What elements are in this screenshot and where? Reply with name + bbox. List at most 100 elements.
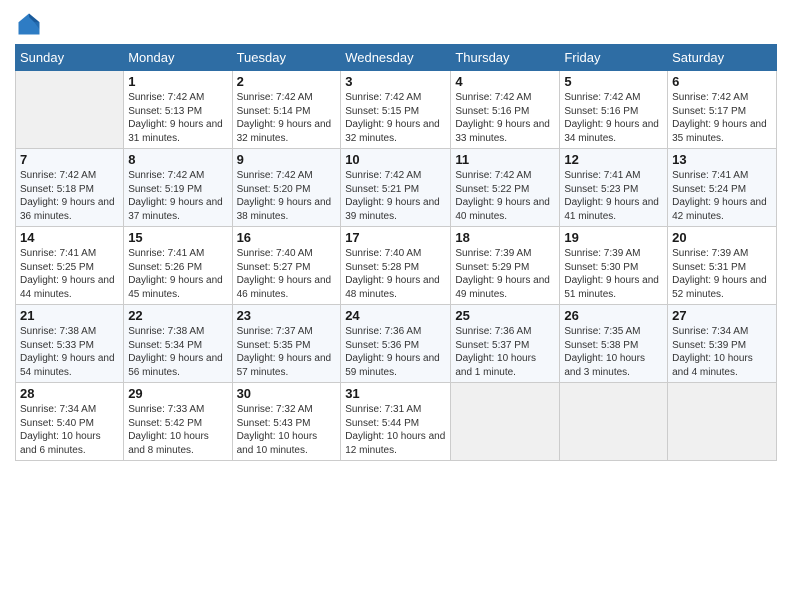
day-number: 1 [128,74,227,89]
day-number: 25 [455,308,555,323]
day-number: 17 [345,230,446,245]
calendar-table: SundayMondayTuesdayWednesdayThursdayFrid… [15,44,777,461]
day-info: Sunrise: 7:42 AMSunset: 5:17 PMDaylight:… [672,91,772,145]
header-day-tuesday: Tuesday [232,45,341,71]
page: SundayMondayTuesdayWednesdayThursdayFrid… [0,0,792,612]
day-info: Sunrise: 7:41 AMSunset: 5:24 PMDaylight:… [672,169,772,223]
calendar-week-0: 1 Sunrise: 7:42 AMSunset: 5:13 PMDaylight… [16,71,777,149]
day-info: Sunrise: 7:41 AMSunset: 5:23 PMDaylight:… [564,169,663,223]
calendar-cell: 2 Sunrise: 7:42 AMSunset: 5:14 PMDaylight… [232,71,341,149]
day-number: 23 [237,308,337,323]
day-number: 18 [455,230,555,245]
calendar-cell: 29 Sunrise: 7:33 AMSunset: 5:42 PMDayligh… [124,383,232,461]
day-number: 14 [20,230,119,245]
day-info: Sunrise: 7:42 AMSunset: 5:19 PMDaylight:… [128,169,227,223]
calendar-cell: 4 Sunrise: 7:42 AMSunset: 5:16 PMDaylight… [451,71,560,149]
day-number: 27 [672,308,772,323]
header-row: SundayMondayTuesdayWednesdayThursdayFrid… [16,45,777,71]
day-info: Sunrise: 7:41 AMSunset: 5:25 PMDaylight:… [20,247,119,301]
calendar-cell: 9 Sunrise: 7:42 AMSunset: 5:20 PMDaylight… [232,149,341,227]
calendar-cell: 25 Sunrise: 7:36 AMSunset: 5:37 PMDayligh… [451,305,560,383]
calendar-cell: 3 Sunrise: 7:42 AMSunset: 5:15 PMDaylight… [341,71,451,149]
day-number: 12 [564,152,663,167]
day-info: Sunrise: 7:42 AMSunset: 5:21 PMDaylight:… [345,169,446,223]
day-number: 4 [455,74,555,89]
calendar-cell: 11Sunrise: 7:42 AMSunset: 5:22 PMDayligh… [451,149,560,227]
day-number: 3 [345,74,446,89]
day-number: 10 [345,152,446,167]
day-number: 19 [564,230,663,245]
calendar-cell: 23Sunrise: 7:37 AMSunset: 5:35 PMDayligh… [232,305,341,383]
calendar-cell: 28 Sunrise: 7:34 AMSunset: 5:40 PMDayligh… [16,383,124,461]
logo [15,10,47,38]
calendar-cell: 31 Sunrise: 7:31 AMSunset: 5:44 PMDayligh… [341,383,451,461]
day-info: Sunrise: 7:35 AMSunset: 5:38 PMDaylight:… [564,325,663,379]
calendar-cell: 6 Sunrise: 7:42 AMSunset: 5:17 PMDaylight… [668,71,777,149]
calendar-cell: 18 Sunrise: 7:39 AMSunset: 5:29 PMDayligh… [451,227,560,305]
day-info: Sunrise: 7:42 AMSunset: 5:15 PMDaylight:… [345,91,446,145]
day-info: Sunrise: 7:31 AMSunset: 5:44 PMDaylight:… [345,403,446,457]
day-number: 15 [128,230,227,245]
day-info: Sunrise: 7:40 AMSunset: 5:27 PMDaylight:… [237,247,337,301]
header-day-wednesday: Wednesday [341,45,451,71]
day-number: 31 [345,386,446,401]
day-info: Sunrise: 7:38 AMSunset: 5:33 PMDaylight:… [20,325,119,379]
day-number: 26 [564,308,663,323]
day-number: 8 [128,152,227,167]
day-info: Sunrise: 7:32 AMSunset: 5:43 PMDaylight:… [237,403,337,457]
calendar-cell [668,383,777,461]
day-info: Sunrise: 7:42 AMSunset: 5:16 PMDaylight:… [455,91,555,145]
calendar-cell: 16Sunrise: 7:40 AMSunset: 5:27 PMDayligh… [232,227,341,305]
day-info: Sunrise: 7:39 AMSunset: 5:29 PMDaylight:… [455,247,555,301]
calendar-cell: 30 Sunrise: 7:32 AMSunset: 5:43 PMDayligh… [232,383,341,461]
logo-icon [15,10,43,38]
calendar-cell: 24Sunrise: 7:36 AMSunset: 5:36 PMDayligh… [341,305,451,383]
day-number: 28 [20,386,119,401]
header-day-friday: Friday [560,45,668,71]
day-info: Sunrise: 7:40 AMSunset: 5:28 PMDaylight:… [345,247,446,301]
day-info: Sunrise: 7:42 AMSunset: 5:20 PMDaylight:… [237,169,337,223]
header-day-thursday: Thursday [451,45,560,71]
calendar-week-3: 21 Sunrise: 7:38 AMSunset: 5:33 PMDayligh… [16,305,777,383]
day-info: Sunrise: 7:42 AMSunset: 5:16 PMDaylight:… [564,91,663,145]
day-number: 2 [237,74,337,89]
calendar-week-2: 14 Sunrise: 7:41 AMSunset: 5:25 PMDayligh… [16,227,777,305]
day-number: 29 [128,386,227,401]
calendar-cell: 12 Sunrise: 7:41 AMSunset: 5:23 PMDayligh… [560,149,668,227]
calendar-cell [16,71,124,149]
calendar-week-4: 28 Sunrise: 7:34 AMSunset: 5:40 PMDayligh… [16,383,777,461]
day-info: Sunrise: 7:42 AMSunset: 5:13 PMDaylight:… [128,91,227,145]
header-day-monday: Monday [124,45,232,71]
day-number: 24 [345,308,446,323]
calendar-cell: 15 Sunrise: 7:41 AMSunset: 5:26 PMDayligh… [124,227,232,305]
calendar-cell: 27 Sunrise: 7:34 AMSunset: 5:39 PMDayligh… [668,305,777,383]
day-number: 7 [20,152,119,167]
header-day-saturday: Saturday [668,45,777,71]
day-info: Sunrise: 7:42 AMSunset: 5:18 PMDaylight:… [20,169,119,223]
day-info: Sunrise: 7:33 AMSunset: 5:42 PMDaylight:… [128,403,227,457]
day-info: Sunrise: 7:42 AMSunset: 5:14 PMDaylight:… [237,91,337,145]
calendar-week-1: 7 Sunrise: 7:42 AMSunset: 5:18 PMDaylight… [16,149,777,227]
day-number: 5 [564,74,663,89]
day-info: Sunrise: 7:36 AMSunset: 5:37 PMDaylight:… [455,325,555,379]
calendar-cell: 5 Sunrise: 7:42 AMSunset: 5:16 PMDaylight… [560,71,668,149]
day-number: 30 [237,386,337,401]
calendar-cell [560,383,668,461]
day-info: Sunrise: 7:39 AMSunset: 5:31 PMDaylight:… [672,247,772,301]
day-number: 21 [20,308,119,323]
calendar-header: SundayMondayTuesdayWednesdayThursdayFrid… [16,45,777,71]
day-number: 6 [672,74,772,89]
day-info: Sunrise: 7:39 AMSunset: 5:30 PMDaylight:… [564,247,663,301]
day-info: Sunrise: 7:38 AMSunset: 5:34 PMDaylight:… [128,325,227,379]
day-number: 9 [237,152,337,167]
calendar-cell: 17 Sunrise: 7:40 AMSunset: 5:28 PMDayligh… [341,227,451,305]
day-info: Sunrise: 7:34 AMSunset: 5:39 PMDaylight:… [672,325,772,379]
day-info: Sunrise: 7:34 AMSunset: 5:40 PMDaylight:… [20,403,119,457]
day-info: Sunrise: 7:42 AMSunset: 5:22 PMDaylight:… [455,169,555,223]
calendar-body: 1 Sunrise: 7:42 AMSunset: 5:13 PMDaylight… [16,71,777,461]
day-number: 20 [672,230,772,245]
calendar-cell: 21 Sunrise: 7:38 AMSunset: 5:33 PMDayligh… [16,305,124,383]
calendar-cell: 10 Sunrise: 7:42 AMSunset: 5:21 PMDayligh… [341,149,451,227]
calendar-cell: 19 Sunrise: 7:39 AMSunset: 5:30 PMDayligh… [560,227,668,305]
day-info: Sunrise: 7:41 AMSunset: 5:26 PMDaylight:… [128,247,227,301]
